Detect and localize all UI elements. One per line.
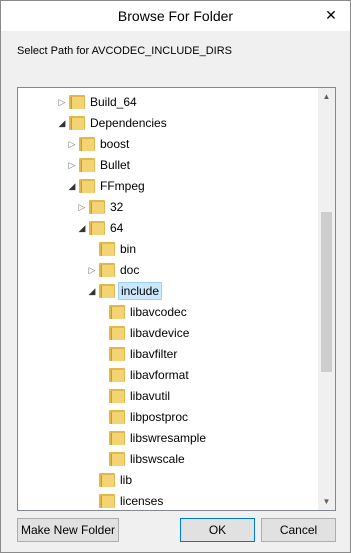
tree-item-label: libavcodec	[130, 305, 187, 319]
tree-item-label: Bullet	[100, 158, 131, 172]
folder-icon	[69, 116, 85, 130]
tree-item[interactable]: ◢ Dependencies	[18, 113, 316, 133]
folder-icon	[79, 137, 95, 151]
tree-item[interactable]: libavdevice	[18, 323, 316, 343]
folder-icon	[109, 389, 125, 403]
prompt-text: Select Path for AVCODEC_INCLUDE_DIRS	[17, 45, 232, 57]
folder-icon	[99, 284, 115, 298]
tree-item-label: include	[118, 282, 163, 300]
tree-item-label: 32	[110, 200, 124, 214]
tree-item-label: libavformat	[130, 368, 189, 382]
tree-item-label: libavdevice	[130, 326, 190, 340]
cancel-button[interactable]: Cancel	[261, 518, 336, 542]
folder-icon	[99, 473, 115, 487]
folder-icon	[109, 410, 125, 424]
folder-icon	[109, 326, 125, 340]
folder-icon	[99, 242, 115, 256]
tree-item-label: libpostproc	[130, 410, 189, 424]
folder-icon	[99, 494, 115, 508]
tree-item[interactable]: lib	[18, 470, 316, 490]
tree-item-label: doc	[120, 263, 140, 277]
scroll-up-icon[interactable]: ▲	[318, 88, 335, 105]
ok-button[interactable]: OK	[180, 518, 255, 542]
collapsed-arrow-icon[interactable]: ▷	[57, 92, 67, 112]
tree-item-label: libavutil	[130, 389, 171, 403]
scroll-down-icon[interactable]: ▼	[318, 493, 335, 510]
make-new-folder-button[interactable]: Make New Folder	[17, 518, 119, 542]
tree-item[interactable]: ◢ 64	[18, 218, 316, 238]
folder-icon	[109, 368, 125, 382]
folder-icon	[109, 305, 125, 319]
tree-item-label: bin	[120, 242, 137, 256]
folder-icon	[89, 221, 105, 235]
expanded-arrow-icon[interactable]: ◢	[57, 113, 67, 133]
tree-item-label: licenses	[120, 494, 164, 508]
tree-item-label: FFmpeg	[100, 179, 145, 193]
folder-icon	[99, 263, 115, 277]
tree-item[interactable]: libswresample	[18, 428, 316, 448]
folder-icon	[109, 347, 125, 361]
tree-item[interactable]: libswscale	[18, 449, 316, 469]
close-icon[interactable]: ✕	[320, 5, 342, 25]
vertical-scrollbar[interactable]: ▲ ▼	[318, 88, 335, 510]
collapsed-arrow-icon[interactable]: ▷	[67, 155, 77, 175]
folder-icon	[109, 452, 125, 466]
tree-item[interactable]: bin	[18, 239, 316, 259]
tree-item-label: 64	[110, 221, 124, 235]
tree-item[interactable]: ▷ Bullet	[18, 155, 316, 175]
collapsed-arrow-icon[interactable]: ▷	[77, 197, 87, 217]
tree-item-label: libswresample	[130, 431, 207, 445]
tree-item-label: libavfilter	[130, 347, 178, 361]
tree-item-label: lib	[120, 473, 133, 487]
tree-item-label: Build_64	[90, 95, 137, 109]
dialog-title: Browse For Folder	[117, 8, 234, 24]
expanded-arrow-icon[interactable]: ◢	[87, 281, 97, 301]
collapsed-arrow-icon[interactable]: ▷	[67, 134, 77, 154]
expanded-arrow-icon[interactable]: ◢	[67, 176, 77, 196]
tree-item[interactable]: libavutil	[18, 386, 316, 406]
folder-icon	[109, 431, 125, 445]
expanded-arrow-icon[interactable]: ◢	[77, 218, 87, 238]
tree-item[interactable]: ◢ FFmpeg	[18, 176, 316, 196]
folder-icon	[69, 95, 85, 109]
tree-item[interactable]: ▷ doc	[18, 260, 316, 280]
folder-icon	[89, 200, 105, 214]
tree-item[interactable]: licenses	[18, 491, 316, 510]
tree-item[interactable]: libavfilter	[18, 344, 316, 364]
tree-item[interactable]: libpostproc	[18, 407, 316, 427]
folder-tree[interactable]: ▲ ▼ ▷ Build_64 ◢ Dependencies ▷ boost ▷ Bullet ◢…	[17, 87, 336, 511]
tree-item[interactable]: ▷ 32	[18, 197, 316, 217]
tree-item[interactable]: ◢ include	[18, 281, 316, 301]
tree-item[interactable]: ▷ Build_64	[18, 92, 316, 112]
tree-item[interactable]: ▷ boost	[18, 134, 316, 154]
folder-icon	[79, 158, 95, 172]
tree-item[interactable]: libavformat	[18, 365, 316, 385]
folder-icon	[79, 179, 95, 193]
collapsed-arrow-icon[interactable]: ▷	[87, 260, 97, 280]
tree-item[interactable]: libavcodec	[18, 302, 316, 322]
tree-item-label: libswscale	[130, 452, 185, 466]
title-bar: Browse For Folder ✕	[1, 1, 350, 31]
tree-item-label: boost	[100, 137, 130, 151]
browse-for-folder-dialog: Browse For Folder ✕ Select Path for AVCO…	[0, 0, 351, 553]
scrollbar-thumb[interactable]	[321, 212, 332, 372]
tree-item-label: Dependencies	[90, 116, 167, 130]
